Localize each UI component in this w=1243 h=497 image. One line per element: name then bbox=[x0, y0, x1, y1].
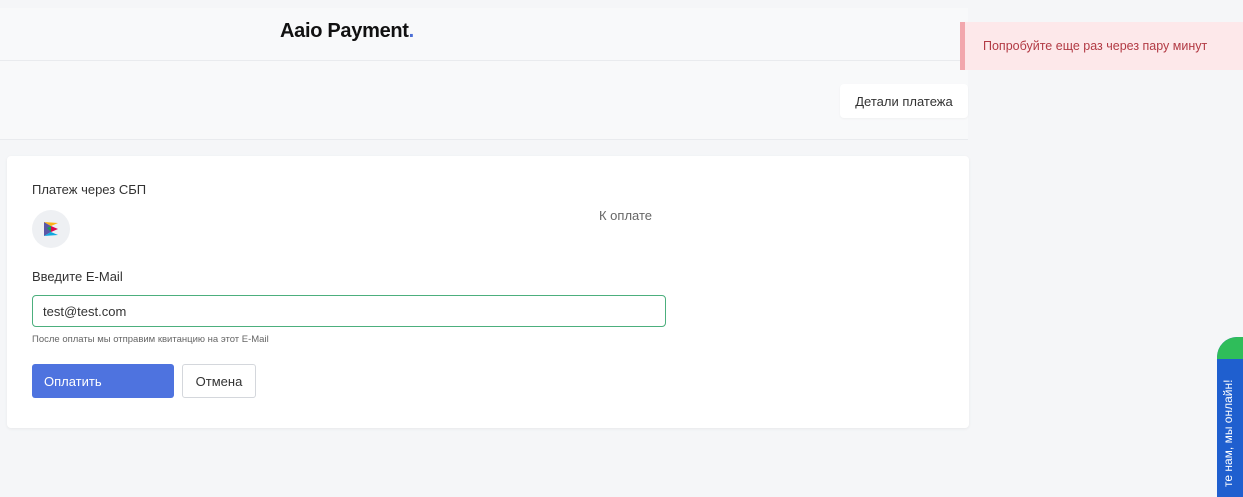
brand-logo-text: Aaio Payment bbox=[280, 20, 409, 42]
brand-logo: Aaio Payment. bbox=[280, 20, 414, 43]
payment-card: Платеж через СБП К оплате Введите E-Mail… bbox=[7, 156, 969, 428]
payment-details-button[interactable]: Детали платежа bbox=[840, 84, 968, 118]
email-field[interactable] bbox=[32, 295, 666, 327]
email-label: Введите E-Mail bbox=[32, 269, 123, 284]
brand-logo-dot: . bbox=[408, 20, 415, 42]
chat-status-indicator bbox=[1217, 337, 1243, 359]
chat-widget-button[interactable]: те нам, мы онлайн! bbox=[1217, 337, 1243, 497]
pay-button[interactable]: Оплатить bbox=[32, 364, 174, 398]
error-toast: Попробуйте еще раз через пару минут bbox=[960, 22, 1243, 70]
cancel-button[interactable]: Отмена bbox=[182, 364, 256, 398]
amount-label: К оплате bbox=[599, 208, 653, 223]
payment-method-title: Платеж через СБП bbox=[32, 182, 147, 197]
sbp-logo-icon bbox=[32, 210, 70, 248]
details-bar bbox=[0, 61, 968, 140]
chat-widget-label: те нам, мы онлайн! bbox=[1221, 379, 1235, 487]
header: Aaio Payment. bbox=[0, 8, 968, 61]
email-hint: После оплаты мы отправим квитанцию на эт… bbox=[32, 334, 269, 345]
